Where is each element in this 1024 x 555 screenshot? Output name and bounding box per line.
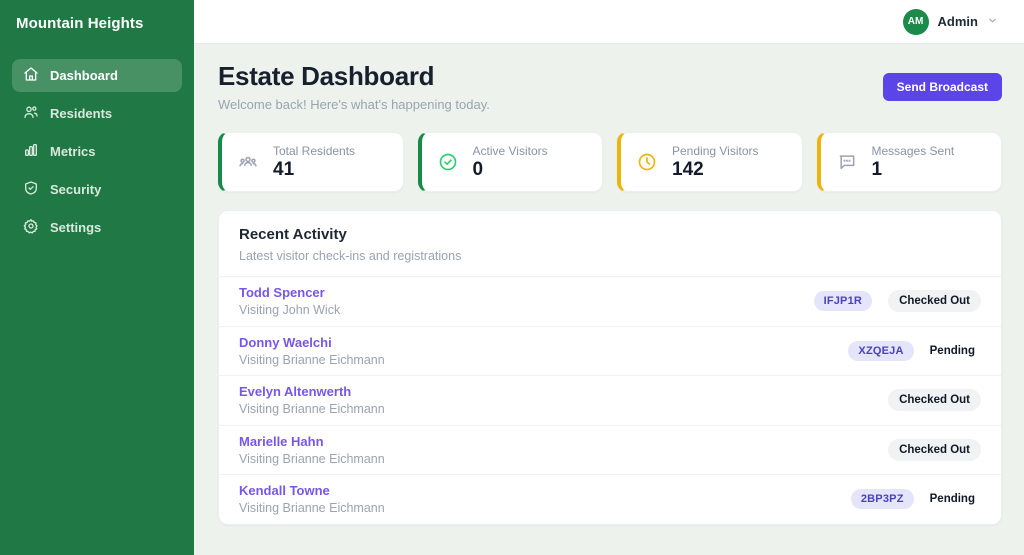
sidebar-item-dashboard[interactable]: Dashboard bbox=[12, 59, 182, 92]
residents-group-icon bbox=[238, 152, 258, 172]
activity-header: Recent Activity Latest visitor check-ins… bbox=[219, 211, 1001, 276]
stat-value: 1 bbox=[871, 159, 883, 181]
activity-row: Evelyn Altenwerth Visiting Brianne Eichm… bbox=[219, 375, 1001, 425]
recent-activity-card: Recent Activity Latest visitor check-ins… bbox=[218, 210, 1002, 525]
sidebar-item-settings[interactable]: Settings bbox=[12, 211, 182, 244]
sidebar-nav: Dashboard Residents Metrics Security Set bbox=[0, 59, 194, 244]
sidebar-item-label: Residents bbox=[50, 106, 113, 121]
status-badge: Checked Out bbox=[888, 389, 981, 412]
sidebar-item-label: Dashboard bbox=[50, 68, 118, 83]
send-broadcast-button[interactable]: Send Broadcast bbox=[882, 73, 1002, 101]
stat-label: Messages Sent bbox=[871, 144, 955, 159]
visitor-name-link[interactable]: Evelyn Altenwerth bbox=[239, 384, 385, 399]
app-title: Mountain Heights bbox=[16, 15, 144, 32]
page-header: Estate Dashboard Welcome back! Here's wh… bbox=[218, 61, 1002, 112]
stat-label: Active Visitors bbox=[472, 144, 548, 159]
stat-card-messages-sent: Messages Sent 1 bbox=[816, 132, 1002, 192]
status-badge: Pending bbox=[929, 344, 975, 357]
content: Estate Dashboard Welcome back! Here's wh… bbox=[194, 44, 1024, 555]
status-badge: Checked Out bbox=[888, 438, 981, 461]
visit-detail: Visiting Brianne Eichmann bbox=[239, 501, 385, 516]
activity-row: Donny Waelchi Visiting Brianne Eichmann … bbox=[219, 325, 1001, 376]
stats-row: Total Residents 41 Active Visitors 0 Pen… bbox=[218, 132, 1002, 192]
visitor-name-link[interactable]: Donny Waelchi bbox=[239, 335, 385, 350]
stat-label: Total Residents bbox=[273, 144, 356, 159]
stat-card-active-visitors: Active Visitors 0 bbox=[417, 132, 603, 192]
chevron-down-icon[interactable] bbox=[987, 15, 998, 29]
chat-bubble-icon bbox=[837, 152, 857, 172]
sidebar-item-residents[interactable]: Residents bbox=[12, 97, 182, 130]
visitor-name-link[interactable]: Marielle Hahn bbox=[239, 434, 385, 449]
activity-row: Marielle Hahn Visiting Brianne Eichmann … bbox=[219, 424, 1001, 475]
visit-detail: Visiting John Wick bbox=[239, 303, 341, 318]
gear-icon bbox=[23, 218, 39, 237]
visitor-code-badge: IFJP1R bbox=[813, 291, 873, 312]
stat-value: 0 bbox=[472, 159, 484, 181]
page-title: Estate Dashboard bbox=[218, 61, 435, 91]
visitor-code-badge: XZQEJA bbox=[848, 340, 914, 361]
sidebar: Mountain Heights Dashboard Residents Met… bbox=[0, 0, 194, 555]
bar-chart-icon bbox=[23, 142, 39, 161]
activity-subtitle: Latest visitor check-ins and registratio… bbox=[239, 249, 462, 263]
clock-icon bbox=[637, 152, 657, 172]
status-badge: Checked Out bbox=[888, 290, 981, 313]
visit-detail: Visiting Brianne Eichmann bbox=[239, 451, 385, 466]
avatar[interactable]: AM bbox=[902, 8, 929, 35]
topbar: AM Admin bbox=[194, 0, 1024, 44]
visit-detail: Visiting Brianne Eichmann bbox=[239, 352, 385, 367]
home-icon bbox=[23, 66, 39, 85]
shield-check-icon bbox=[23, 180, 39, 199]
users-icon bbox=[23, 104, 39, 123]
sidebar-item-label: Metrics bbox=[50, 144, 96, 159]
sidebar-item-label: Security bbox=[50, 182, 102, 197]
user-menu-label[interactable]: Admin bbox=[938, 14, 978, 29]
sidebar-item-security[interactable]: Security bbox=[12, 173, 182, 206]
stat-card-pending-visitors: Pending Visitors 142 bbox=[617, 132, 803, 192]
visit-detail: Visiting Brianne Eichmann bbox=[239, 402, 385, 417]
activity-title: Recent Activity bbox=[239, 226, 347, 243]
visitor-name-link[interactable]: Todd Spencer bbox=[239, 285, 340, 300]
status-badge: Pending bbox=[929, 493, 975, 506]
stat-label: Pending Visitors bbox=[672, 144, 759, 159]
stat-card-total-residents: Total Residents 41 bbox=[218, 132, 404, 192]
sidebar-item-metrics[interactable]: Metrics bbox=[12, 135, 182, 168]
check-circle-icon bbox=[438, 152, 458, 172]
stat-value: 41 bbox=[273, 159, 295, 181]
activity-row: Todd Spencer Visiting John Wick IFJP1R C… bbox=[219, 276, 1001, 326]
main-area: AM Admin Estate Dashboard Welcome back! … bbox=[194, 0, 1024, 555]
visitor-name-link[interactable]: Kendall Towne bbox=[239, 483, 385, 498]
sidebar-item-label: Settings bbox=[50, 220, 102, 235]
visitor-code-badge: 2BP3PZ bbox=[850, 489, 914, 510]
activity-row: Kendall Towne Visiting Brianne Eichmann … bbox=[219, 474, 1001, 524]
page-subtitle: Welcome back! Here's what's happening to… bbox=[218, 97, 490, 112]
stat-value: 142 bbox=[672, 159, 704, 181]
